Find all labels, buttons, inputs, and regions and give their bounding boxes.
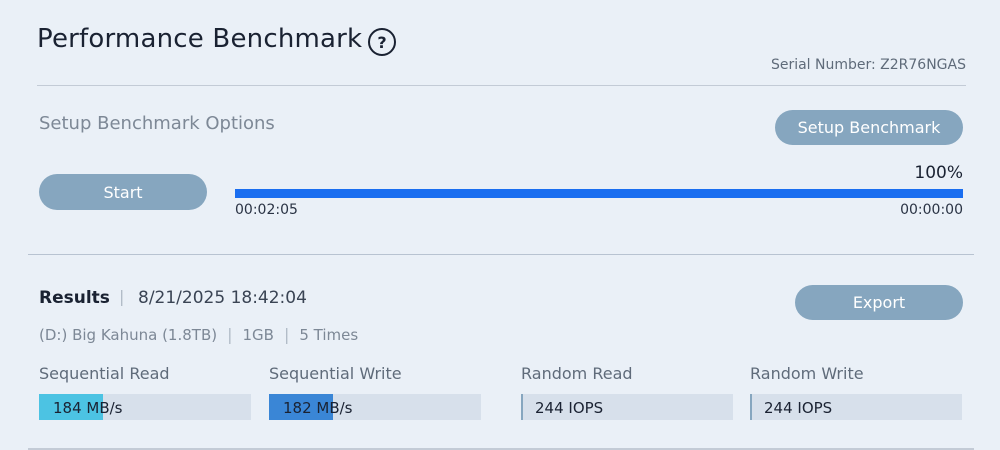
header-divider <box>37 85 966 86</box>
random-write-value: 244 IOPS <box>764 399 833 417</box>
separator: | <box>283 325 290 344</box>
results-meta: (D:) Big Kahuna (1.8TB) | 1GB | 5 Times <box>39 325 358 344</box>
sequential-read-value: 184 MB/s <box>53 399 123 417</box>
sequential-write-value: 182 MB/s <box>283 399 353 417</box>
elapsed-time: 00:02:05 <box>235 202 298 218</box>
progress-bar <box>235 189 963 198</box>
start-button[interactable]: Start <box>39 174 207 210</box>
random-write-label: Random Write <box>750 364 864 383</box>
test-size: 1GB <box>242 326 274 344</box>
random-read-value: 244 IOPS <box>535 399 604 417</box>
drive-info: (D:) Big Kahuna (1.8TB) <box>39 326 218 344</box>
export-button[interactable]: Export <box>795 285 963 320</box>
question-circle-icon[interactable]: ? <box>368 28 396 56</box>
page-title: Performance Benchmark <box>37 24 363 54</box>
random-read-marker <box>521 394 523 420</box>
results-label: Results <box>39 288 110 308</box>
progress-bar-fill <box>235 189 963 198</box>
setup-benchmark-button[interactable]: Setup Benchmark <box>775 110 963 145</box>
random-read-bar: 244 IOPS <box>521 394 733 420</box>
test-runs: 5 Times <box>299 326 359 344</box>
progress-percent: 100% <box>914 163 963 183</box>
setup-section-title: Setup Benchmark Options <box>39 113 275 134</box>
separator: | <box>227 325 233 344</box>
section-divider <box>28 254 974 255</box>
serial-number: Serial Number: Z2R76NGAS <box>770 57 966 73</box>
separator: | <box>119 287 125 306</box>
sequential-read-label: Sequential Read <box>39 364 170 383</box>
remaining-time: 00:00:00 <box>900 202 963 218</box>
sequential-write-label: Sequential Write <box>269 364 402 383</box>
random-write-marker <box>750 394 752 420</box>
random-write-bar: 244 IOPS <box>750 394 962 420</box>
sequential-read-bar: 184 MB/s <box>39 394 251 420</box>
sequential-write-bar: 182 MB/s <box>269 394 481 420</box>
results-timestamp: 8/21/2025 18:42:04 <box>138 288 307 308</box>
random-read-label: Random Read <box>521 364 633 383</box>
